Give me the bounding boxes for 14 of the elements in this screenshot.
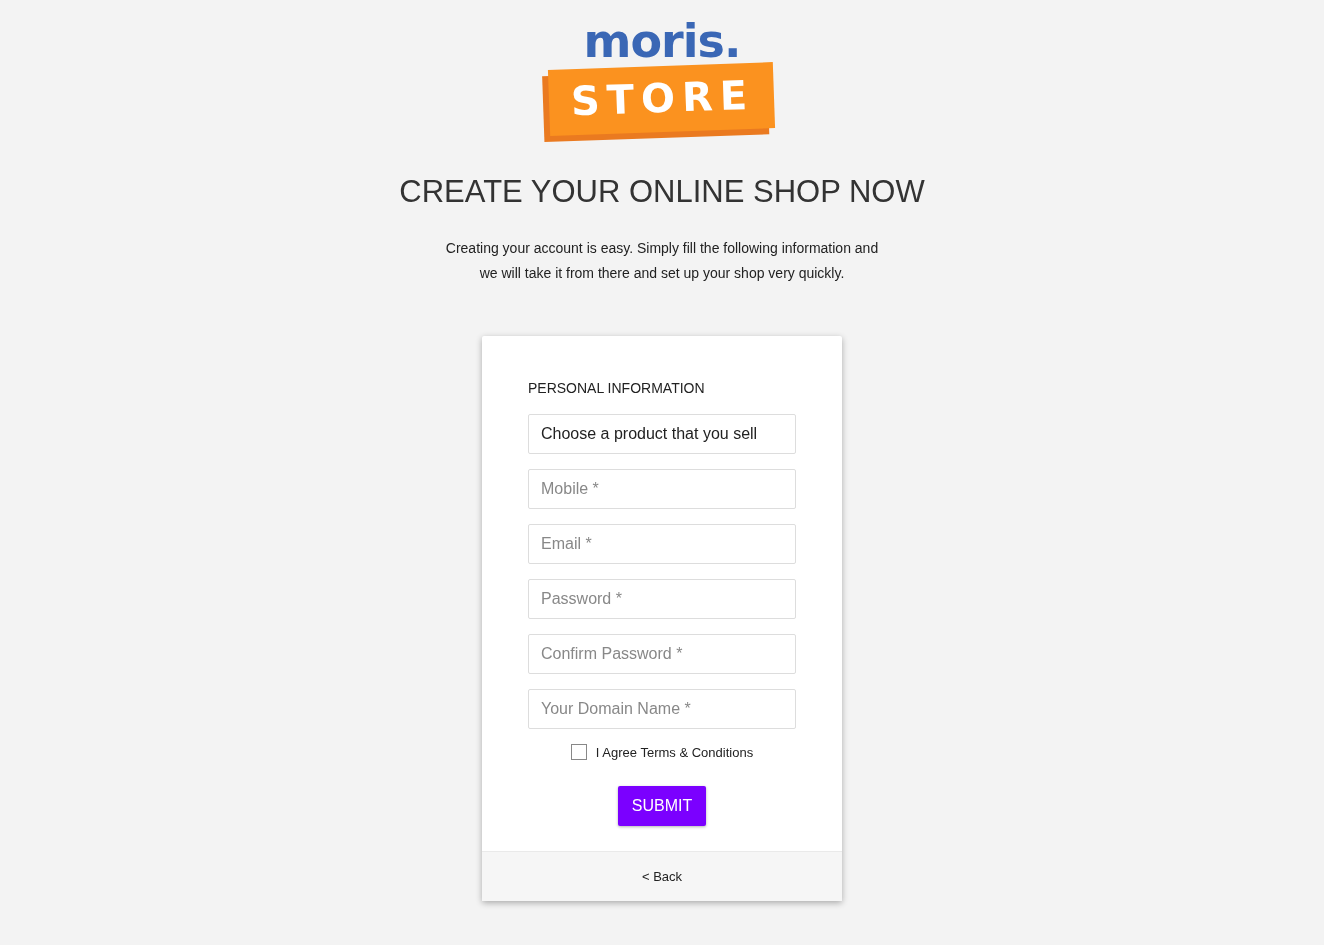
checkbox[interactable] (570, 744, 587, 760)
checkbox-label: I Agree Terms & Conditions (595, 744, 754, 760)
page-title: CREATE YOUR ONLINE SHOP NOW (399, 174, 925, 210)
intro-text: Creating your account is easy. Simply fill the following information and we will take it from there and set up your shop very quickly. (445, 239, 879, 283)
input-field[interactable]: Password * (528, 579, 796, 619)
section-heading: PERSONAL INFORMATION (528, 380, 706, 396)
submit-button[interactable]: SUBMIT (617, 786, 707, 826)
input-field[interactable]: Mobile * (528, 469, 796, 509)
input-field[interactable]: Choose a product that you sell (528, 414, 796, 454)
input-field[interactable]: Email * (528, 524, 796, 564)
back-link[interactable]: < Back (641, 869, 683, 884)
logo-wordmark: moris. (583, 18, 741, 64)
input-field[interactable]: Confirm Password * (528, 634, 796, 674)
input-field[interactable]: Your Domain Name * (528, 689, 796, 729)
